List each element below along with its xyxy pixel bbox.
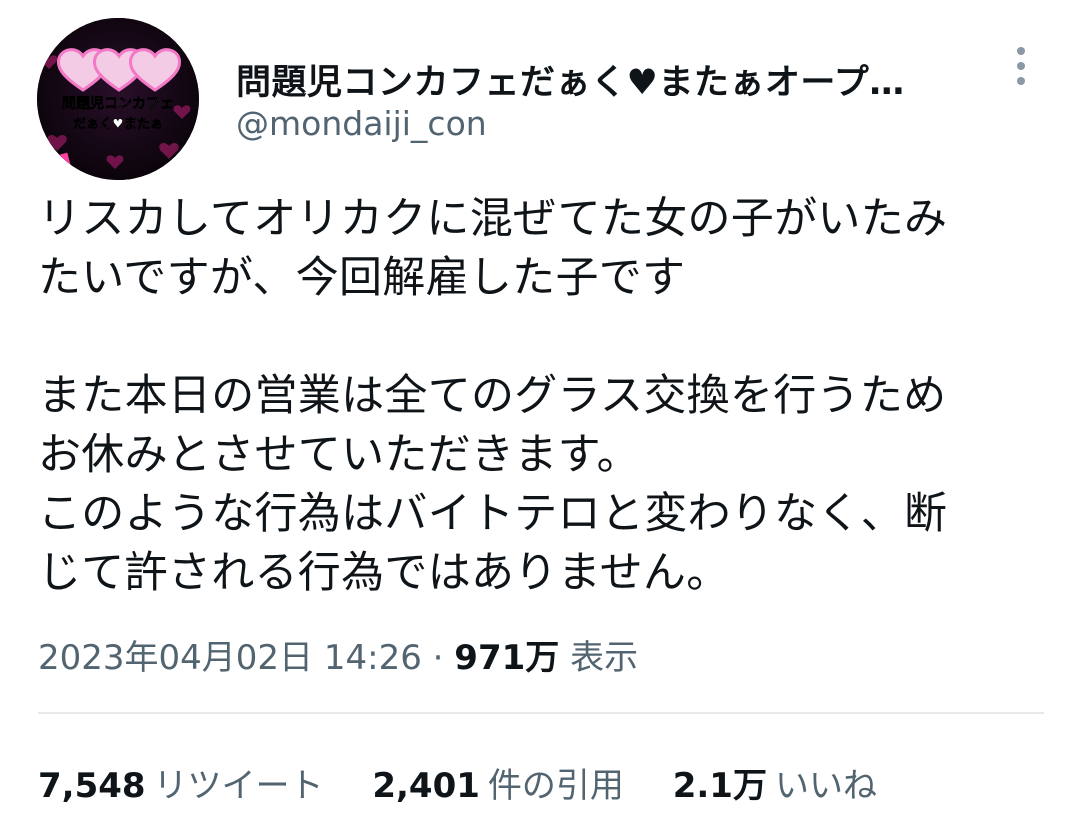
quotes-count: 2,401 xyxy=(372,766,480,806)
divider xyxy=(38,712,1044,714)
more-options-button[interactable] xyxy=(1006,44,1036,88)
meta-separator: · xyxy=(432,638,444,678)
views-count: 971万 xyxy=(454,638,560,678)
views-label: 表示 xyxy=(570,638,639,678)
engagement-stats: 7,548 リツイート 2,401 件の引用 2.1万 いいね xyxy=(38,758,915,807)
avatar-logo-line2: だぁく♥またぁ xyxy=(73,117,163,132)
tweet-text: リスカしてオリカクに混ぜてた女の子がいたみ たいですが、今回解雇した子です また… xyxy=(38,194,948,598)
tweet: 問題児コンカフェ だぁく♥またぁ 問題児コンカフェだぁく♥またぁオープ… @mo… xyxy=(0,0,1080,829)
likes-label: いいね xyxy=(774,766,877,806)
avatar-image: 問題児コンカフェ だぁく♥またぁ xyxy=(37,18,199,180)
retweets-stat[interactable]: 7,548 リツイート xyxy=(38,758,324,807)
likes-stat[interactable]: 2.1万 いいね xyxy=(673,758,877,807)
author-display-name[interactable]: 問題児コンカフェだぁく♥またぁオープ… xyxy=(236,54,905,105)
retweets-label: リツイート xyxy=(153,766,324,806)
quotes-label: 件の引用 xyxy=(487,766,624,806)
avatar-logo-line1: 問題児コンカフェ xyxy=(62,96,174,112)
tweet-datetime[interactable]: 2023年04月02日 14:26 xyxy=(38,638,422,678)
tweet-meta: 2023年04月02日 14:26 · 971万 表示 xyxy=(38,630,638,679)
quotes-stat[interactable]: 2,401 件の引用 xyxy=(372,758,624,807)
more-vertical-icon xyxy=(1017,47,1025,85)
avatar[interactable]: 問題児コンカフェ だぁく♥またぁ xyxy=(37,18,199,180)
retweets-count: 7,548 xyxy=(38,766,146,806)
likes-count: 2.1万 xyxy=(672,766,767,806)
author-handle[interactable]: @mondaiji_con xyxy=(236,104,487,143)
